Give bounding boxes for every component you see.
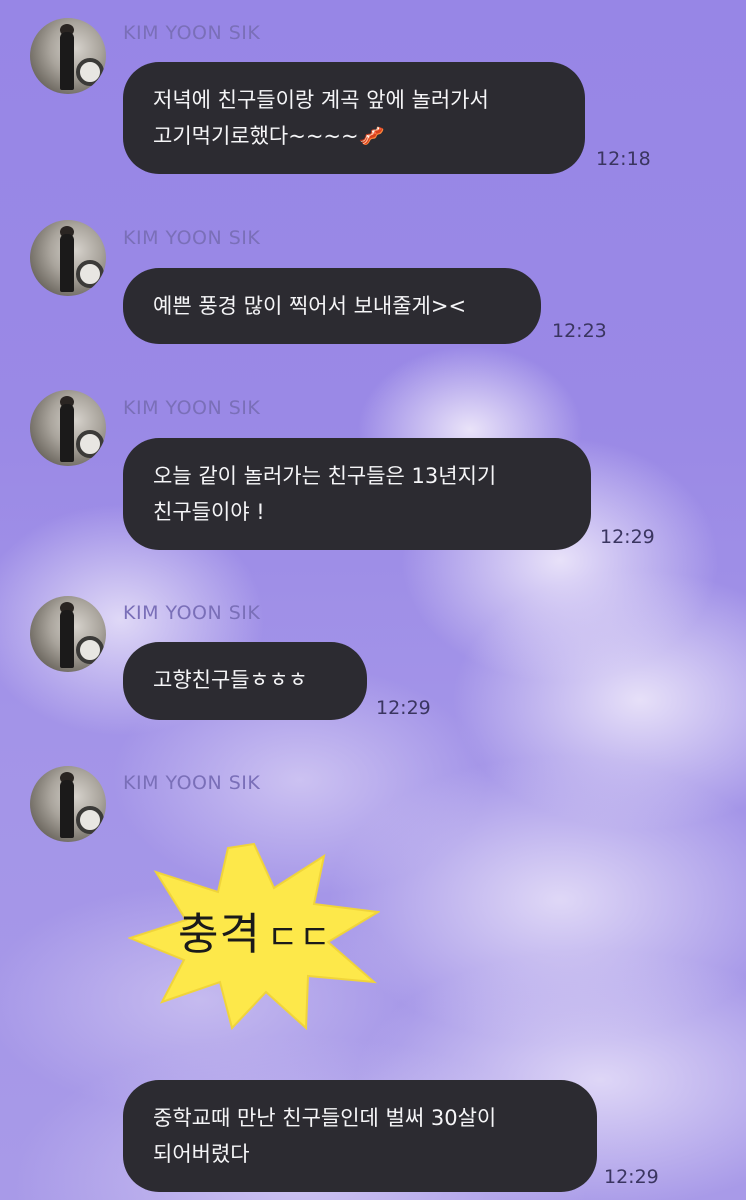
sticker-text: 충격 ㄷㄷ [178,898,332,962]
message-bubble[interactable]: 중학교때 만난 친구들인데 벌써 30살이 되어버렸다 [123,1080,597,1192]
contact-avatar[interactable] [30,766,106,842]
contact-name: KIM YOON SIK [123,772,261,794]
sticker-suffix-text: ㄷㄷ [266,918,332,958]
message-bubble[interactable]: 예쁜 풍경 많이 찍어서 보내줄게>< [123,268,541,344]
contact-avatar[interactable] [30,390,106,466]
contact-name: KIM YOON SIK [123,397,261,419]
message-time: 12:29 [376,697,431,719]
message-bubble[interactable]: 저녁에 친구들이랑 계곡 앞에 놀러가서 고기먹기로했다~~~~🥓 [123,62,585,174]
sticker-main-text: 충격 [178,909,261,960]
contact-avatar[interactable] [30,18,106,94]
message-time: 12:23 [552,320,607,342]
message-time: 12:29 [604,1166,659,1188]
message-bubble[interactable]: 고향친구들ㅎㅎㅎ [123,642,367,720]
contact-name: KIM YOON SIK [123,602,261,624]
message-time: 12:18 [596,148,651,170]
contact-name: KIM YOON SIK [123,22,261,44]
message-bubble[interactable]: 오늘 같이 놀러가는 친구들은 13년지기 친구들이야 ! [123,438,591,550]
contact-avatar[interactable] [30,220,106,296]
message-time: 12:29 [600,526,655,548]
contact-avatar[interactable] [30,596,106,672]
contact-name: KIM YOON SIK [123,227,261,249]
